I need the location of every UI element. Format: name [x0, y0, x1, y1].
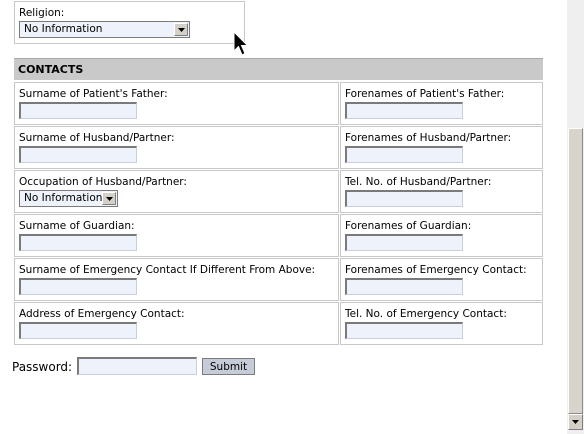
scroll-down-button[interactable] — [568, 414, 583, 430]
partner-tel-label: Tel. No. of Husband/Partner: — [345, 176, 492, 188]
contacts-section-title: CONTACTS — [18, 63, 84, 76]
scroll-down-arrow-icon — [572, 420, 579, 424]
chevron-down-icon[interactable] — [102, 192, 116, 205]
emergency-tel-group: Tel. No. of Emergency Contact: — [340, 302, 543, 345]
father-surname-label: Surname of Patient's Father: — [19, 88, 168, 100]
scrollbar-thumb[interactable] — [568, 128, 583, 414]
guardian-surname-group: Surname of Guardian: — [14, 214, 339, 257]
partner-surname-group: Surname of Husband/Partner: — [14, 126, 339, 169]
emergency-address-group: Address of Emergency Contact: — [14, 302, 339, 345]
partner-occupation-select[interactable]: No Information — [19, 190, 118, 207]
religion-select-value: No Information — [24, 23, 103, 35]
partner-forenames-input[interactable] — [345, 146, 463, 163]
emergency-surname-input[interactable] — [19, 278, 137, 295]
father-surname-input[interactable] — [19, 102, 137, 119]
emergency-surname-group: Surname of Emergency Contact If Differen… — [14, 258, 339, 301]
partner-forenames-label: Forenames of Husband/Partner: — [345, 132, 512, 144]
emergency-address-input[interactable] — [19, 322, 137, 339]
mouse-pointer-icon — [233, 31, 249, 56]
partner-occupation-select-value: No Information — [24, 192, 103, 204]
partner-occupation-group: Occupation of Husband/Partner: No Inform… — [14, 170, 339, 213]
religion-select[interactable]: No Information — [19, 21, 190, 38]
emergency-forenames-input[interactable] — [345, 278, 463, 295]
emergency-forenames-label: Forenames of Emergency Contact: — [345, 264, 527, 276]
religion-field-group: Religion: No Information — [14, 1, 245, 44]
emergency-address-label: Address of Emergency Contact: — [19, 308, 185, 320]
password-input[interactable] — [77, 357, 197, 375]
partner-surname-input[interactable] — [19, 146, 137, 163]
contacts-section-header: CONTACTS — [14, 58, 543, 80]
submit-button[interactable]: Submit — [202, 358, 255, 375]
partner-tel-group: Tel. No. of Husband/Partner: — [340, 170, 543, 213]
partner-forenames-group: Forenames of Husband/Partner: — [340, 126, 543, 169]
father-forenames-label: Forenames of Patient's Father: — [345, 88, 505, 100]
guardian-forenames-label: Forenames of Guardian: — [345, 220, 472, 232]
partner-occupation-label: Occupation of Husband/Partner: — [19, 176, 187, 188]
guardian-forenames-group: Forenames of Guardian: — [340, 214, 543, 257]
religion-label: Religion: — [19, 7, 65, 19]
father-surname-group: Surname of Patient's Father: — [14, 82, 339, 125]
partner-tel-input[interactable] — [345, 190, 463, 207]
guardian-surname-label: Surname of Guardian: — [19, 220, 135, 232]
password-label: Password: — [12, 360, 73, 374]
partner-surname-label: Surname of Husband/Partner: — [19, 132, 175, 144]
emergency-forenames-group: Forenames of Emergency Contact: — [340, 258, 543, 301]
emergency-surname-label: Surname of Emergency Contact If Differen… — [19, 264, 316, 276]
father-forenames-group: Forenames of Patient's Father: — [340, 82, 543, 125]
father-forenames-input[interactable] — [345, 102, 463, 119]
emergency-tel-label: Tel. No. of Emergency Contact: — [345, 308, 507, 320]
guardian-forenames-input[interactable] — [345, 234, 463, 251]
guardian-surname-input[interactable] — [19, 234, 137, 251]
chevron-down-icon[interactable] — [174, 23, 188, 36]
emergency-tel-input[interactable] — [345, 322, 463, 339]
